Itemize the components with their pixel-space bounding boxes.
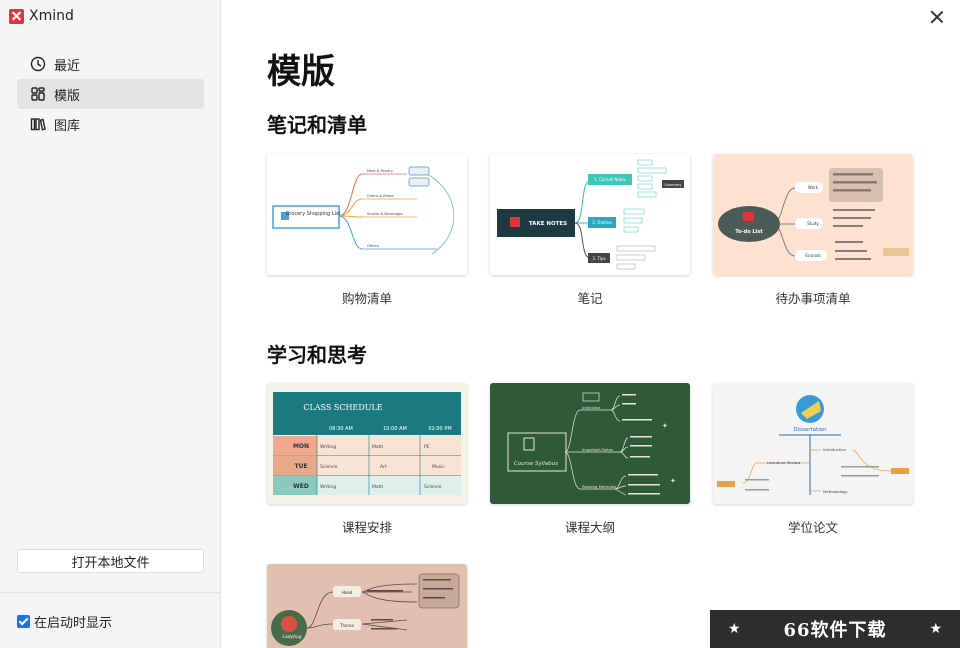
schedule-day: WED: [293, 483, 309, 490]
template-label: 学位论文: [787, 520, 838, 535]
schedule-cell: PE: [424, 444, 430, 450]
schedule-cell: Science: [424, 484, 442, 490]
template-card-dissertation[interactable]: Dissertation Introduction Literature Rev…: [713, 383, 913, 504]
svg-text:✦: ✦: [670, 477, 676, 485]
syllabus-preview: Course Syllabus Instructor Important Dat…: [490, 383, 690, 504]
template-card-notes[interactable]: TAKE NOTES 1. Cornell Notes 2. Outline 3…: [490, 154, 690, 275]
shopping-list-preview: Grocery Shopping List Meat & Poultry Gra…: [267, 154, 467, 275]
schedule-day: MON: [293, 443, 309, 450]
todo-center-label: To-do List: [735, 229, 763, 235]
grid-icon: [31, 87, 45, 101]
sidebar-item-recent[interactable]: 最近: [17, 49, 204, 79]
clock-icon: [30, 56, 46, 72]
dissertation-branch-label: Introduction: [823, 447, 847, 452]
page-title: 模版: [267, 52, 335, 92]
schedule-time: 08:30 AM: [329, 426, 353, 432]
notes-center-label: TAKE NOTES: [529, 221, 567, 227]
main-panel: 模版 笔记和清单 Grocery Shopping List Meat & Po…: [222, 0, 960, 648]
library-icon: [30, 118, 46, 131]
sidebar-item-label: 模版: [54, 88, 81, 104]
syllabus-branch-label: Instructor: [582, 405, 601, 410]
ladybug-branch-label: Thorax: [339, 623, 355, 628]
schedule-day: TUE: [294, 463, 307, 470]
schedule-cell: Math: [372, 444, 383, 450]
star-icon: ★: [728, 621, 741, 637]
shopping-center-label: Grocery Shopping List: [285, 211, 340, 217]
ladybug-center-label: Ladybug: [282, 634, 301, 640]
dissertation-preview: Dissertation Introduction Literature Rev…: [713, 383, 913, 504]
dissertation-branch-label: Methodology: [823, 489, 848, 494]
template-card-todo-list[interactable]: To-do List Work Study Errands: [713, 154, 913, 275]
notes-branch-label: 2. Outline: [592, 220, 612, 225]
app-brand: Xmind: [9, 8, 74, 24]
todo-preview: To-do List Work Study Errands: [713, 154, 913, 275]
schedule-time: 10:00 AM: [383, 426, 407, 432]
section-title-learning: 学习和思考: [267, 343, 367, 367]
star-icon: ★: [929, 621, 942, 637]
dissertation-center-label: Dissertation: [793, 427, 827, 433]
watermark-banner: ★ 66软件下载 ★: [710, 606, 960, 648]
schedule-cell: Writing: [320, 444, 336, 450]
syllabus-branch-label: Important Dates: [582, 447, 613, 452]
todo-branch-label: Study: [807, 221, 819, 226]
schedule-time: 02:00 PM: [428, 426, 451, 432]
sidebar: Xmind 最近 模版 图库 打开本地文件 在启动时显示: [0, 0, 221, 648]
xmind-logo-icon: [9, 8, 24, 24]
template-card-shopping-list[interactable]: Grocery Shopping List Meat & Poultry Gra…: [267, 154, 467, 275]
template-label: 待办事项清单: [775, 291, 851, 306]
ladybug-preview: Ladybug Head Thorax: [267, 564, 467, 648]
svg-text:✦: ✦: [662, 422, 668, 430]
schedule-cell: Writing: [320, 484, 336, 490]
app-name: Xmind: [29, 8, 74, 24]
syllabus-branch-label: Reading Materials: [582, 484, 616, 489]
notes-branch-label: 3. Tips: [592, 256, 605, 261]
sidebar-divider: [0, 592, 221, 593]
sidebar-item-label: 最近: [54, 58, 81, 74]
template-label: 课程大纲: [564, 520, 615, 535]
schedule-cell: Science: [320, 464, 338, 470]
show-on-startup-checkbox[interactable]: [17, 615, 30, 628]
shopping-branch-label: Others: [367, 244, 379, 248]
template-card-class-schedule[interactable]: CLASS SCHEDULE 08:30 AM 10:00 AM 02:00 P…: [267, 383, 467, 504]
open-local-file-button[interactable]: 打开本地文件: [17, 549, 204, 573]
shopping-branch-label: Grains & Bread: [367, 194, 394, 198]
sidebar-item-templates[interactable]: 模版: [17, 79, 204, 109]
schedule-preview: CLASS SCHEDULE 08:30 AM 10:00 AM 02:00 P…: [267, 383, 467, 504]
template-label: 课程安排: [341, 520, 392, 535]
template-label: 笔记: [577, 291, 603, 306]
watermark-text: 66软件下载: [783, 620, 887, 641]
template-card-course-syllabus[interactable]: Course Syllabus Instructor Important Dat…: [490, 383, 690, 504]
shopping-branch-label: Meat & Poultry: [367, 169, 393, 173]
notes-branch-label: 1. Cornell Notes: [594, 177, 626, 182]
schedule-cell: Art: [380, 464, 387, 470]
dissertation-branch-label: Literature Review: [767, 460, 800, 465]
schedule-title: CLASS SCHEDULE: [303, 403, 382, 412]
syllabus-center-label: Course Syllabus: [514, 461, 558, 467]
todo-branch-label: Work: [808, 185, 819, 190]
section-title-notes: 笔记和清单: [267, 113, 367, 137]
sidebar-item-library[interactable]: 图库: [17, 109, 204, 139]
template-card-ladybug[interactable]: Ladybug Head Thorax: [267, 564, 467, 648]
notes-summary-label: Summary: [665, 183, 682, 187]
sidebar-nav: 最近 模版 图库: [17, 49, 204, 139]
template-label: 购物清单: [341, 291, 392, 306]
notes-preview: TAKE NOTES 1. Cornell Notes 2. Outline 3…: [490, 154, 690, 275]
schedule-cell: Music: [432, 464, 445, 470]
show-on-startup[interactable]: 在启动时显示: [17, 612, 112, 631]
ladybug-branch-label: Head: [342, 590, 353, 595]
show-on-startup-label: 在启动时显示: [34, 616, 113, 631]
todo-branch-label: Errands: [805, 253, 820, 258]
shopping-branch-label: Snacks & Beverages: [367, 212, 403, 216]
sidebar-item-label: 图库: [54, 118, 81, 134]
schedule-cell: Math: [372, 484, 383, 490]
